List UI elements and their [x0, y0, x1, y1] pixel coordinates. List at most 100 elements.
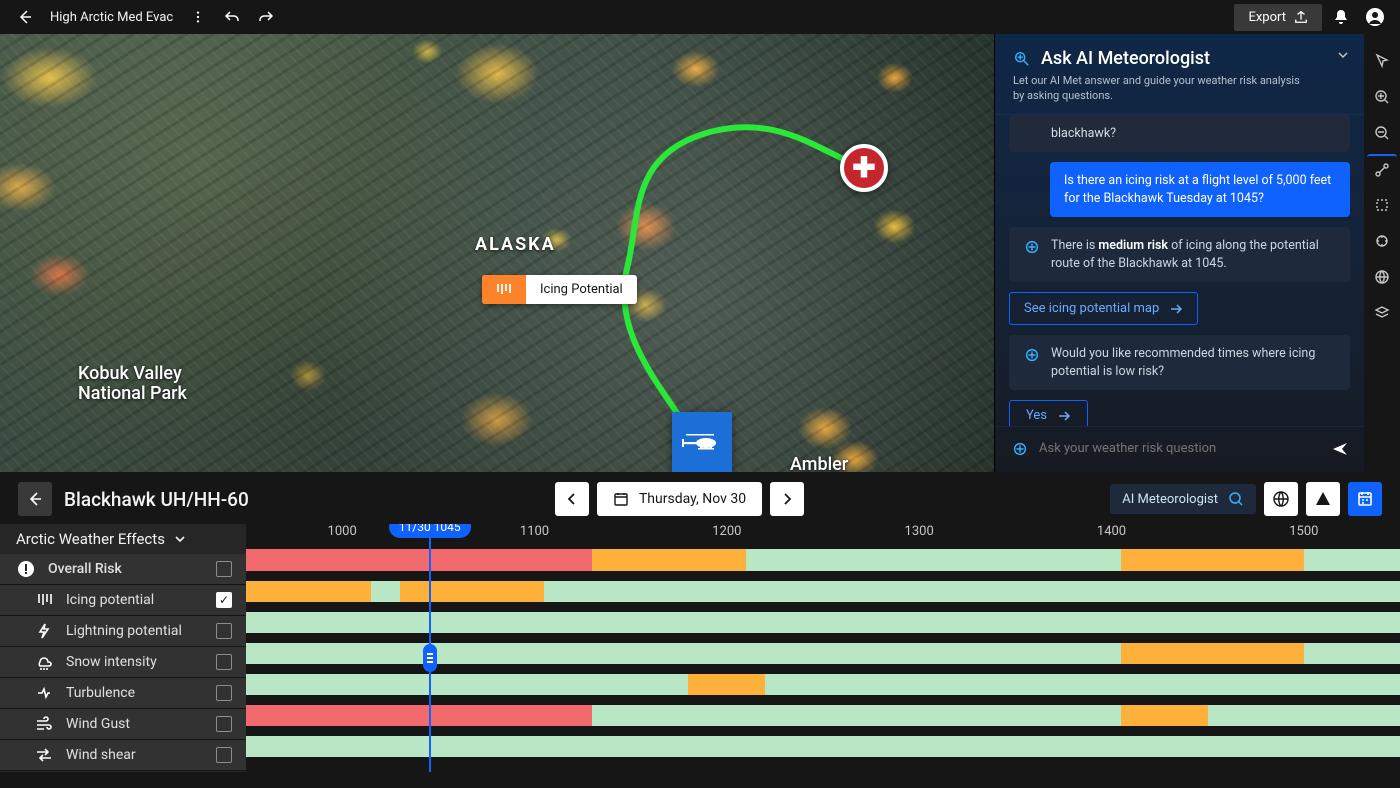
risk-row-label: Lightning potential — [66, 623, 182, 639]
date-picker-button[interactable]: Thursday, Nov 30 — [597, 482, 762, 516]
layer-chip-icing[interactable]: Icing Potential — [482, 275, 637, 304]
risk-row-snow[interactable]: Snow intensity — [0, 647, 246, 677]
risk-row-label: Icing potential — [66, 592, 154, 608]
playhead-label: 11/30 1045 — [389, 524, 471, 538]
ai-panel-title: Ask AI Meteorologist — [1041, 48, 1210, 69]
ai-avatar-icon — [1023, 238, 1041, 256]
export-button[interactable]: Export — [1234, 4, 1322, 31]
document-title: High Arctic Med Evac — [50, 10, 173, 25]
see-icing-map-button[interactable]: See icing potential map — [1009, 292, 1198, 325]
undo-icon[interactable] — [217, 2, 247, 32]
layers-tool-icon[interactable] — [1367, 298, 1397, 328]
category-dropdown[interactable]: Arctic Weather Effects — [0, 524, 246, 554]
helicopter-icon — [680, 431, 724, 453]
view-globe-button[interactable] — [1264, 482, 1298, 516]
yes-button[interactable]: Yes — [1009, 400, 1088, 426]
back-icon[interactable] — [10, 2, 40, 32]
shear-icon — [34, 746, 54, 764]
risk-segment — [246, 736, 1400, 757]
risk-segment — [1121, 549, 1304, 571]
ai-input-row — [995, 426, 1364, 472]
risk-segment — [400, 581, 544, 602]
collapse-panel-icon[interactable] — [1336, 48, 1350, 62]
route-tool-icon[interactable] — [1367, 154, 1397, 184]
risk-row-gust[interactable]: Wind Gust — [0, 709, 246, 739]
timeline-lanes — [246, 544, 1400, 762]
prev-day-button[interactable] — [555, 482, 589, 516]
risk-row-icing[interactable]: Icing potential — [0, 585, 246, 615]
risk-row-label: Snow intensity — [66, 654, 157, 670]
risk-segment — [371, 581, 400, 602]
topbar: High Arctic Med Evac Export — [0, 0, 1400, 34]
playhead-grip-icon[interactable] — [423, 644, 437, 672]
aircraft-marker[interactable] — [672, 412, 732, 472]
aircraft-title: Blackhawk UH/HH-60 — [64, 488, 249, 511]
layer-chip-label: Icing Potential — [526, 275, 637, 304]
medical-cross-icon: ✚ — [852, 154, 875, 182]
timeline-playhead[interactable]: 11/30 1045 — [429, 524, 431, 772]
map-label-region: ALASKA — [475, 234, 556, 255]
map-label-park: Kobuk Valley National Park — [78, 364, 187, 404]
risk-row-label: Turbulence — [66, 685, 135, 701]
risk-segment — [592, 549, 746, 571]
account-icon[interactable] — [1360, 2, 1390, 32]
timeline-back-button[interactable] — [18, 482, 52, 516]
ai-meteorologist-pill[interactable]: AI Meteorologist — [1110, 484, 1256, 514]
timeline-lane — [246, 544, 1400, 576]
risk-row-checkbox[interactable] — [216, 561, 232, 577]
view-timeline-button[interactable] — [1348, 482, 1382, 516]
measure-tool-icon[interactable] — [1367, 226, 1397, 256]
chat-message-ai: There is medium risk of icing along the … — [1009, 227, 1350, 282]
axis-tick: 1000 — [328, 524, 357, 539]
ai-panel-subtitle: Let our AI Met answer and guide your wea… — [1013, 73, 1303, 104]
axis-tick: 1100 — [520, 524, 549, 539]
chat-message-user-prev: blackhawk? — [1009, 115, 1350, 153]
timeline-lane — [246, 669, 1400, 700]
map-label-town: Ambler — [790, 454, 848, 472]
zoom-in-icon[interactable] — [1367, 82, 1397, 112]
risk-segment — [746, 549, 1121, 571]
axis-tick: 1400 — [1097, 524, 1126, 539]
redo-icon[interactable] — [251, 2, 281, 32]
date-navigator: Thursday, Nov 30 — [555, 482, 804, 516]
risk-row-checkbox[interactable] — [216, 685, 232, 701]
risk-row-shear[interactable]: Wind shear — [0, 740, 246, 770]
risk-segment — [246, 705, 592, 726]
turbulence-icon — [34, 684, 54, 702]
ai-met-icon — [1013, 50, 1031, 68]
risk-segment — [246, 674, 688, 695]
map-canvas[interactable]: ALASKA Kobuk Valley National Park Ambler… — [0, 34, 994, 472]
zoom-out-icon[interactable] — [1367, 118, 1397, 148]
destination-medical-marker[interactable]: ✚ — [840, 144, 888, 192]
area-tool-icon[interactable] — [1367, 190, 1397, 220]
risk-row-overall[interactable]: Overall Risk — [0, 554, 246, 584]
risk-segment — [592, 705, 1121, 726]
next-day-button[interactable] — [770, 482, 804, 516]
risk-row-checkbox[interactable] — [216, 623, 232, 639]
risk-segment — [1208, 705, 1400, 726]
risk-row-turbulence[interactable]: Turbulence — [0, 678, 246, 708]
risk-row-checkbox[interactable] — [216, 654, 232, 670]
risk-timeline[interactable]: 100011001200130014001500 11/30 1045 — [246, 524, 1400, 772]
risk-row-checkbox[interactable] — [216, 747, 232, 763]
timeline-panel: Blackhawk UH/HH-60 Thursday, Nov 30 AI M… — [0, 472, 1400, 788]
risk-row-lightning[interactable]: Lightning potential — [0, 616, 246, 646]
risk-row-checkbox[interactable] — [216, 592, 232, 608]
ai-input-icon — [1011, 440, 1029, 458]
overflow-menu-icon[interactable] — [183, 2, 213, 32]
overall-icon — [16, 560, 36, 578]
timeline-lane — [246, 731, 1400, 762]
send-icon[interactable] — [1332, 441, 1348, 457]
risk-row-checkbox[interactable] — [216, 716, 232, 732]
cursor-tool-icon[interactable] — [1367, 46, 1397, 76]
chat-message-user: Is there an icing risk at a flight level… — [1050, 162, 1350, 217]
chevron-down-icon — [173, 532, 187, 546]
snow-icon — [34, 653, 54, 671]
main-area: ALASKA Kobuk Valley National Park Ambler… — [0, 34, 1400, 472]
ai-question-input[interactable] — [1039, 441, 1322, 456]
risk-segment — [246, 549, 592, 571]
view-alert-button[interactable] — [1306, 482, 1340, 516]
risk-segment — [246, 581, 371, 602]
notifications-icon[interactable] — [1326, 2, 1356, 32]
globe-tool-icon[interactable] — [1367, 262, 1397, 292]
